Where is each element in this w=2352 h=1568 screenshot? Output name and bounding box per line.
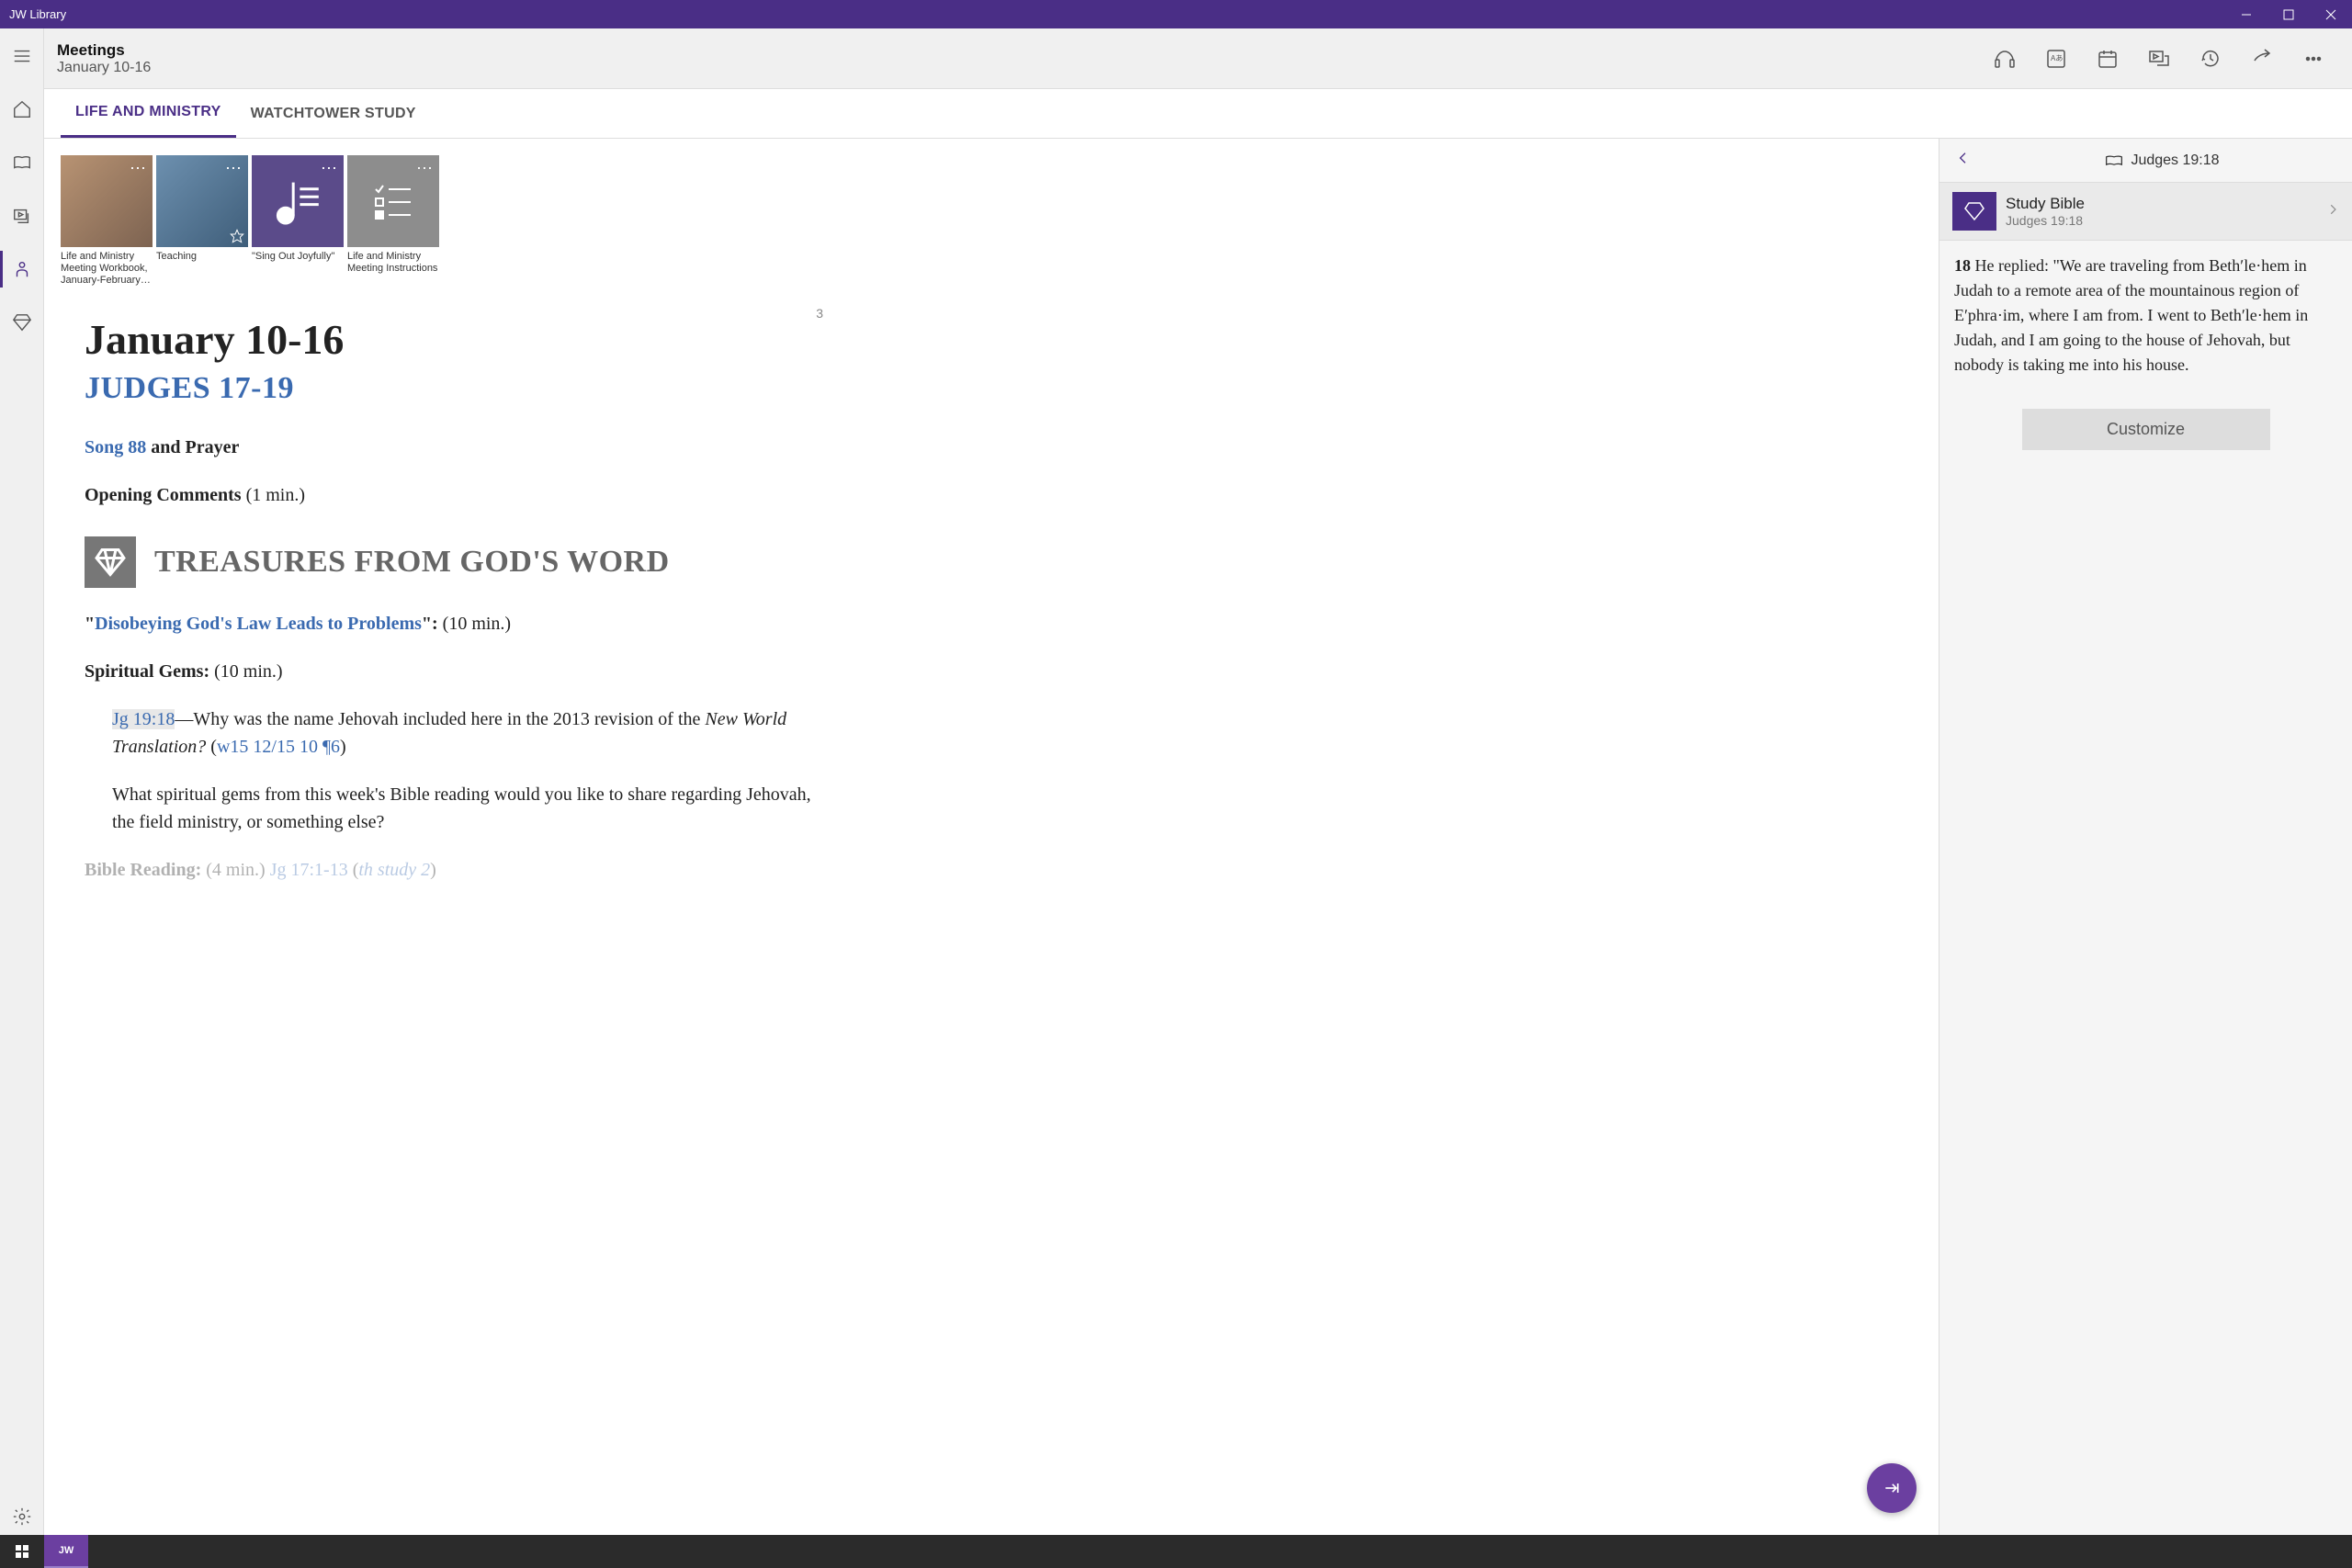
windows-taskbar: JW	[0, 1535, 2352, 1568]
tab-life-and-ministry[interactable]: LIFE AND MINISTRY	[61, 89, 236, 138]
audio-button[interactable]	[1979, 33, 2030, 85]
page-header: Meetings January 10-16 Aあ	[44, 28, 2352, 89]
page-title: Meetings	[57, 41, 151, 60]
study-source-item[interactable]: Study Bible Judges 19:18	[1939, 183, 2352, 241]
talk-line: "Disobeying God's Law Leads to Problems"…	[85, 610, 814, 637]
window-title: JW Library	[9, 7, 66, 21]
song-line: Song 88 and Prayer	[85, 434, 814, 461]
card-teaching[interactable]: ⋯ Teaching	[156, 155, 248, 288]
tab-watchtower-study[interactable]: WATCHTOWER STUDY	[236, 89, 431, 138]
card-sing[interactable]: ⋯ "Sing Out Joyfully"	[252, 155, 344, 288]
bible-reading-line: Bible Reading: (4 min.) Jg 17:1-13 (th s…	[85, 856, 814, 884]
open-book-icon	[2105, 154, 2123, 167]
talk-link[interactable]: Disobeying God's Law Leads to Problems	[95, 614, 422, 634]
content-tabs: LIFE AND MINISTRY WATCHTOWER STUDY	[44, 89, 2352, 139]
card-more-icon[interactable]: ⋯	[321, 159, 338, 178]
gems-q1: Jg 19:18—Why was the name Jehovah includ…	[85, 705, 814, 761]
history-button[interactable]	[2185, 33, 2236, 85]
treasures-title: TREASURES FROM GOD'S WORD	[154, 545, 670, 580]
page-number: 3	[816, 306, 823, 321]
treasures-header: TREASURES FROM GOD'S WORD	[85, 536, 814, 588]
card-workbook[interactable]: ⋯ Life and Ministry Meeting Workbook, Ja…	[61, 155, 153, 288]
date-heading: January 10-16	[85, 315, 814, 364]
nav-meetings[interactable]	[0, 251, 44, 288]
scripture-ref-link[interactable]: Jg 19:18	[112, 709, 175, 729]
star-icon	[230, 229, 244, 243]
card-label: Life and Ministry Meeting Instructions	[347, 251, 439, 275]
gems-q2: What spiritual gems from this week's Bib…	[85, 781, 814, 836]
study-ref-link[interactable]: th study 2	[358, 860, 430, 880]
nav-settings[interactable]	[0, 1498, 44, 1535]
study-panel-header: Judges 19:18	[1939, 139, 2352, 183]
card-thumbnail: ⋯	[61, 155, 153, 247]
gems-line: Spiritual Gems: (10 min.)	[85, 658, 814, 685]
opening-line: Opening Comments (1 min.)	[85, 481, 814, 509]
nav-bible[interactable]	[0, 144, 44, 181]
calendar-button[interactable]	[2082, 33, 2133, 85]
chevron-right-icon	[2326, 203, 2339, 220]
card-thumbnail: ⋯	[156, 155, 248, 247]
nav-sidebar	[0, 28, 44, 1535]
study-bible-icon	[1952, 192, 1996, 231]
study-source-sub: Judges 19:18	[2006, 213, 2317, 228]
scripture-heading[interactable]: JUDGES 17-19	[85, 371, 814, 406]
study-panel-ref: Judges 19:18	[1985, 152, 2339, 169]
nav-home[interactable]	[0, 91, 44, 128]
nav-media[interactable]	[0, 197, 44, 234]
verse-number: 18	[1954, 256, 1971, 275]
second-screen-button[interactable]	[2133, 33, 2185, 85]
window-titlebar: JW Library	[0, 0, 2352, 28]
taskbar-app-jwlibrary[interactable]: JW	[44, 1535, 88, 1568]
share-button[interactable]	[2236, 33, 2288, 85]
diamond-icon	[85, 536, 136, 588]
card-instructions[interactable]: ⋯ Life and Ministry Meeting Instructions	[347, 155, 439, 288]
publication-cards: ⋯ Life and Ministry Meeting Workbook, Ja…	[61, 155, 1913, 288]
back-button[interactable]	[1952, 147, 1974, 174]
card-label: "Sing Out Joyfully"	[252, 251, 344, 263]
main-content: ⋯ Life and Ministry Meeting Workbook, Ja…	[44, 139, 1939, 1535]
card-more-icon[interactable]: ⋯	[130, 159, 147, 178]
song-link[interactable]: Song 88	[85, 437, 146, 457]
checklist-icon	[370, 178, 416, 224]
window-close-button[interactable]	[2310, 0, 2352, 28]
verse-text: 18 He replied: "We are traveling from Be…	[1939, 241, 2352, 390]
card-thumbnail: ⋯	[252, 155, 344, 247]
card-more-icon[interactable]: ⋯	[416, 159, 434, 178]
window-maximize-button[interactable]	[2267, 0, 2310, 28]
page-subtitle: January 10-16	[57, 60, 151, 76]
music-note-icon	[270, 174, 325, 229]
publication-ref-link[interactable]: w15 12/15 10 ¶6	[217, 737, 340, 757]
scripture-ref-link[interactable]: Jg 17:1-13	[270, 860, 348, 880]
card-label: Teaching	[156, 251, 248, 263]
study-source-title: Study Bible	[2006, 195, 2317, 213]
start-button[interactable]	[0, 1535, 44, 1568]
customize-button[interactable]: Customize	[2022, 409, 2270, 450]
language-button[interactable]: Aあ	[2030, 33, 2082, 85]
nav-gems[interactable]	[0, 304, 44, 341]
next-fab[interactable]	[1867, 1463, 1917, 1513]
card-label: Life and Ministry Meeting Workbook, Janu…	[61, 251, 153, 288]
study-panel: Judges 19:18 Study Bible Judges 19:18 18…	[1939, 139, 2352, 1535]
window-minimize-button[interactable]	[2225, 0, 2267, 28]
card-thumbnail: ⋯	[347, 155, 439, 247]
card-more-icon[interactable]: ⋯	[225, 159, 243, 178]
svg-text:Aあ: Aあ	[2051, 54, 2063, 62]
hamburger-button[interactable]	[0, 38, 44, 74]
more-button[interactable]	[2288, 33, 2339, 85]
article-body: 3 January 10-16 JUDGES 17-19 Song 88 and…	[61, 315, 814, 884]
